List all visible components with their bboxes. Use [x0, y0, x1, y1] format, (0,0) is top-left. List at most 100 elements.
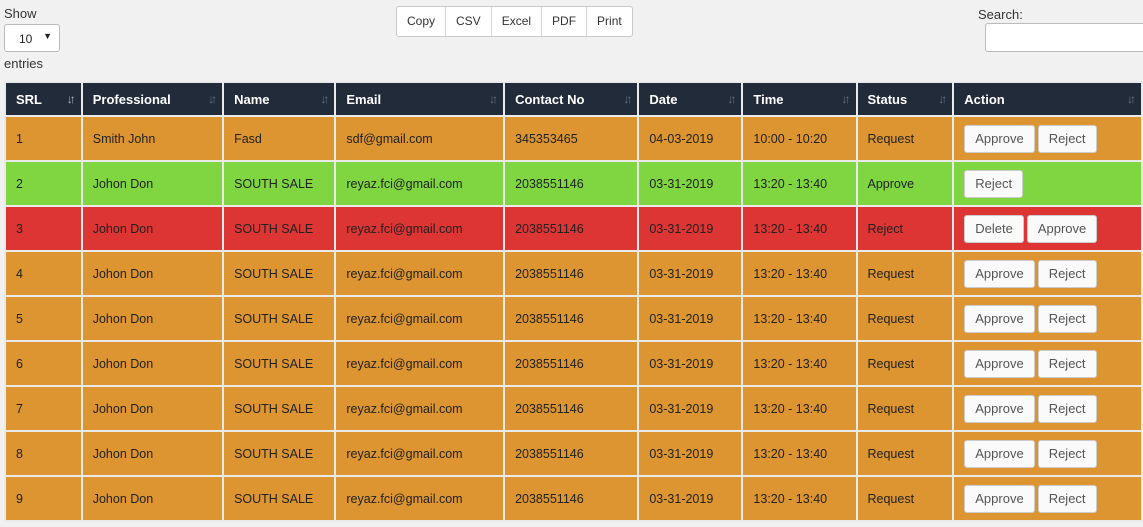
cell-email: reyaz.fci@gmail.com [334, 475, 506, 522]
entries-select[interactable]: 10 ▼ [4, 24, 60, 52]
cell-time: 13:20 - 13:40 [741, 295, 858, 342]
appointments-table: SRL ↓↑ Professional ↓↑ Name ↓↑ Email ↓↑ Cont… [4, 81, 1143, 522]
cell-name: SOUTH SALE [222, 430, 337, 477]
approve-button[interactable]: Approve [964, 304, 1035, 333]
cell-date: 03-31-2019 [637, 430, 744, 477]
reject-button[interactable]: Reject [1037, 484, 1097, 513]
cell-name: SOUTH SALE [222, 340, 337, 387]
column-header-label: SRL [16, 91, 42, 107]
search-label: Search: [978, 7, 1023, 22]
table-row: 1 Smith John Fasd sdf@gmail.com 345353465 04-… [4, 115, 1143, 162]
cell-status: Reject [855, 205, 955, 252]
column-header-time[interactable]: Time ↓↑ [741, 81, 858, 117]
cell-action: Reject [952, 160, 1143, 207]
column-header-email[interactable]: Email ↓↑ [334, 81, 506, 117]
column-header-label: Time [753, 91, 784, 107]
column-header-action[interactable]: Action ↓↑ [952, 81, 1143, 117]
cell-action: Approve Reject [952, 115, 1143, 162]
reject-button[interactable]: Reject [964, 169, 1024, 198]
cell-status: Request [855, 295, 955, 342]
export-button-group: Copy CSV Excel PDF Print [396, 6, 633, 37]
table-row: 5 Johon Don SOUTH SALE reyaz.fci@gmail.com 2… [4, 295, 1143, 342]
copy-button[interactable]: Copy [397, 7, 447, 36]
cell-time: 10:00 - 10:20 [741, 115, 858, 162]
cell-srl: 2 [4, 160, 83, 207]
cell-name: SOUTH SALE [222, 250, 337, 297]
cell-date: 03-31-2019 [637, 340, 744, 387]
cell-status: Request [855, 340, 955, 387]
entries-length-control: Show 10 ▼ entries [4, 6, 74, 72]
cell-srl: 9 [4, 475, 83, 522]
approve-button[interactable]: Approve [964, 124, 1035, 153]
reject-button[interactable]: Reject [1037, 349, 1097, 378]
print-button[interactable]: Print [587, 7, 632, 36]
column-header-label: Status [867, 91, 908, 107]
table-header-row: SRL ↓↑ Professional ↓↑ Name ↓↑ Email ↓↑ Cont… [4, 81, 1143, 117]
cell-contact: 2038551146 [503, 295, 640, 342]
cell-status: Request [855, 475, 955, 522]
pdf-button[interactable]: PDF [542, 7, 588, 36]
column-header-label: Date [649, 91, 678, 107]
sort-arrows-icon: ↓↑ [320, 92, 329, 106]
cell-action: Approve Reject [952, 295, 1143, 342]
cell-action: Delete Approve [952, 205, 1143, 252]
cell-email: reyaz.fci@gmail.com [334, 250, 506, 297]
column-header-contact[interactable]: Contact No ↓↑ [503, 81, 640, 117]
cell-professional: Johon Don [80, 295, 225, 342]
reject-button[interactable]: Reject [1037, 124, 1097, 153]
excel-button[interactable]: Excel [492, 7, 543, 36]
reject-button[interactable]: Reject [1037, 259, 1097, 288]
cell-date: 03-31-2019 [637, 205, 744, 252]
search-input[interactable] [985, 23, 1143, 52]
cell-name: Fasd [222, 115, 337, 162]
cell-status: Request [855, 115, 955, 162]
cell-time: 13:20 - 13:40 [741, 340, 858, 387]
cell-professional: Johon Don [80, 475, 225, 522]
cell-time: 13:20 - 13:40 [741, 250, 858, 297]
csv-button[interactable]: CSV [446, 7, 492, 36]
approve-button[interactable]: Approve [964, 484, 1035, 513]
cell-time: 13:20 - 13:40 [741, 205, 858, 252]
approve-button[interactable]: Approve [964, 259, 1035, 288]
cell-date: 04-03-2019 [637, 115, 744, 162]
sort-arrows-icon: ↓↑ [1127, 92, 1136, 106]
approve-button[interactable]: Approve [964, 349, 1035, 378]
cell-time: 13:20 - 13:40 [741, 160, 858, 207]
approve-button[interactable]: Approve [964, 439, 1035, 468]
cell-time: 13:20 - 13:40 [741, 385, 858, 432]
table-body: 1 Smith John Fasd sdf@gmail.com 345353465 04-… [4, 115, 1143, 522]
cell-date: 03-31-2019 [637, 385, 744, 432]
cell-action: Approve Reject [952, 430, 1143, 477]
sort-arrows-icon: ↓↑ [623, 92, 632, 106]
column-header-srl[interactable]: SRL ↓↑ [4, 81, 83, 117]
delete-button[interactable]: Delete [964, 214, 1024, 243]
sort-arrows-icon: ↓↑ [489, 92, 498, 106]
table-row: 4 Johon Don SOUTH SALE reyaz.fci@gmail.com 2… [4, 250, 1143, 297]
column-header-date[interactable]: Date ↓↑ [637, 81, 744, 117]
cell-status: Request [855, 430, 955, 477]
column-header-label: Name [234, 91, 270, 107]
cell-name: SOUTH SALE [222, 385, 337, 432]
column-header-name[interactable]: Name ↓↑ [222, 81, 337, 117]
reject-button[interactable]: Reject [1037, 304, 1097, 333]
cell-time: 13:20 - 13:40 [741, 475, 858, 522]
approve-button[interactable]: Approve [964, 394, 1035, 423]
cell-name: SOUTH SALE [222, 475, 337, 522]
column-header-professional[interactable]: Professional ↓↑ [80, 81, 225, 117]
cell-status: Request [855, 250, 955, 297]
approve-button[interactable]: Approve [1026, 214, 1098, 243]
reject-button[interactable]: Reject [1037, 394, 1097, 423]
cell-professional: Johon Don [80, 250, 225, 297]
column-header-status[interactable]: Status ↓↑ [855, 81, 955, 117]
cell-professional: Johon Don [80, 385, 225, 432]
sort-arrows-icon: ↓↑ [938, 92, 947, 106]
cell-email: reyaz.fci@gmail.com [334, 160, 506, 207]
entries-label: entries [4, 56, 44, 71]
cell-action: Approve Reject [952, 340, 1143, 387]
cell-professional: Smith John [80, 115, 225, 162]
cell-date: 03-31-2019 [637, 295, 744, 342]
cell-contact: 2038551146 [503, 160, 640, 207]
cell-srl: 5 [4, 295, 83, 342]
reject-button[interactable]: Reject [1037, 439, 1097, 468]
cell-status: Request [855, 385, 955, 432]
